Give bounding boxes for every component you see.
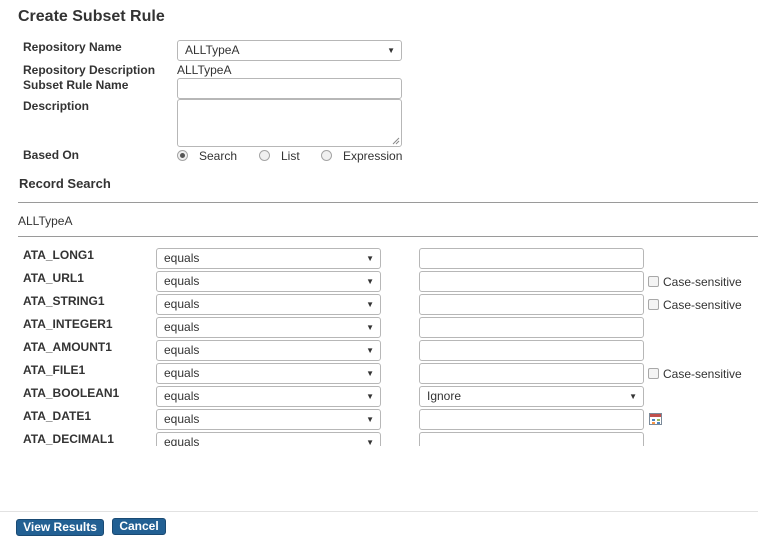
- chevron-down-icon: ▼: [629, 392, 637, 401]
- record-search-heading: Record Search: [19, 176, 111, 191]
- operator-select[interactable]: equals ▼: [156, 409, 381, 430]
- chevron-down-icon: ▼: [366, 392, 374, 401]
- value-input[interactable]: [419, 317, 644, 338]
- operator-select[interactable]: equals ▼: [156, 294, 381, 315]
- case-sensitive-label[interactable]: Case-sensitive: [663, 298, 742, 312]
- cancel-button[interactable]: Cancel: [112, 518, 166, 535]
- section-divider: [18, 202, 758, 203]
- based-on-search-label[interactable]: Search: [199, 149, 237, 163]
- description-label: Description: [23, 99, 90, 113]
- field-label-ata-long1: ATA_LONG1: [23, 248, 94, 262]
- field-label-ata-url1: ATA_URL1: [23, 271, 84, 285]
- field-label-ata-string1: ATA_STRING1: [23, 294, 105, 308]
- chevron-down-icon: ▼: [366, 415, 374, 424]
- case-sensitive-checkbox[interactable]: [648, 276, 659, 287]
- value-input[interactable]: [419, 340, 644, 361]
- operator-value: equals: [164, 343, 200, 357]
- criteria-list: ATA_LONG1 equals ▼ ATA_URL1 equals ▼ Cas…: [0, 240, 758, 446]
- page-title: Create Subset Rule: [18, 8, 165, 25]
- chevron-down-icon: ▼: [366, 277, 374, 286]
- chevron-down-icon: ▼: [366, 369, 374, 378]
- operator-select[interactable]: equals ▼: [156, 248, 381, 269]
- chevron-down-icon: ▼: [387, 46, 395, 55]
- based-on-list-radio[interactable]: [259, 150, 270, 161]
- operator-select[interactable]: equals ▼: [156, 340, 381, 361]
- operator-select[interactable]: equals ▼: [156, 386, 381, 407]
- value-input[interactable]: [419, 432, 644, 446]
- boolean-value: Ignore: [427, 389, 462, 403]
- field-label-ata-integer1: ATA_INTEGER1: [23, 317, 113, 331]
- section-divider: [18, 236, 758, 237]
- record-search-repository: ALLTypeA: [18, 214, 73, 228]
- chevron-down-icon: ▼: [366, 300, 374, 309]
- operator-select[interactable]: equals ▼: [156, 271, 381, 292]
- calendar-icon[interactable]: [649, 413, 662, 425]
- operator-select[interactable]: equals ▼: [156, 317, 381, 338]
- based-on-list-label[interactable]: List: [281, 149, 300, 163]
- view-results-button[interactable]: View Results: [16, 519, 104, 536]
- date-input[interactable]: [419, 409, 644, 430]
- value-input[interactable]: [419, 271, 644, 292]
- boolean-value-select[interactable]: Ignore ▼: [419, 386, 644, 407]
- repository-description-label: Repository Description: [23, 63, 156, 77]
- operator-value: equals: [164, 274, 200, 288]
- operator-select[interactable]: equals ▼: [156, 432, 381, 446]
- chevron-down-icon: ▼: [366, 346, 374, 355]
- field-label-ata-decimal1: ATA_DECIMAL1: [23, 432, 114, 446]
- field-label-ata-file1: ATA_FILE1: [23, 363, 86, 377]
- resize-grip-icon[interactable]: [392, 137, 400, 145]
- operator-value: equals: [164, 366, 200, 380]
- subset-rule-name-label: Subset Rule Name: [23, 78, 129, 92]
- chevron-down-icon: ▼: [366, 254, 374, 263]
- based-on-expression-label[interactable]: Expression: [343, 149, 402, 163]
- operator-value: equals: [164, 297, 200, 311]
- operator-select[interactable]: equals ▼: [156, 363, 381, 384]
- repository-name-label: Repository Name: [23, 40, 122, 54]
- repository-name-value: ALLTypeA: [185, 43, 240, 57]
- operator-value: equals: [164, 412, 200, 426]
- based-on-search-radio[interactable]: [177, 150, 188, 161]
- value-input[interactable]: [419, 363, 644, 384]
- value-input[interactable]: [419, 294, 644, 315]
- based-on-label: Based On: [23, 148, 80, 162]
- based-on-expression-radio[interactable]: [321, 150, 332, 161]
- action-bar-divider: [0, 511, 758, 512]
- repository-description-value: ALLTypeA: [177, 63, 232, 77]
- description-textarea[interactable]: [177, 99, 402, 147]
- operator-value: equals: [164, 320, 200, 334]
- repository-name-select[interactable]: ALLTypeA ▼: [177, 40, 402, 61]
- field-label-ata-date1: ATA_DATE1: [23, 409, 92, 423]
- chevron-down-icon: ▼: [366, 323, 374, 332]
- value-input[interactable]: [419, 248, 644, 269]
- case-sensitive-label[interactable]: Case-sensitive: [663, 367, 742, 381]
- field-label-ata-boolean1: ATA_BOOLEAN1: [23, 386, 120, 400]
- chevron-down-icon: ▼: [366, 438, 374, 446]
- operator-value: equals: [164, 435, 200, 446]
- subset-rule-name-input[interactable]: [177, 78, 402, 99]
- operator-value: equals: [164, 251, 200, 265]
- operator-value: equals: [164, 389, 200, 403]
- case-sensitive-checkbox[interactable]: [648, 368, 659, 379]
- field-label-ata-amount1: ATA_AMOUNT1: [23, 340, 112, 354]
- case-sensitive-checkbox[interactable]: [648, 299, 659, 310]
- case-sensitive-label[interactable]: Case-sensitive: [663, 275, 742, 289]
